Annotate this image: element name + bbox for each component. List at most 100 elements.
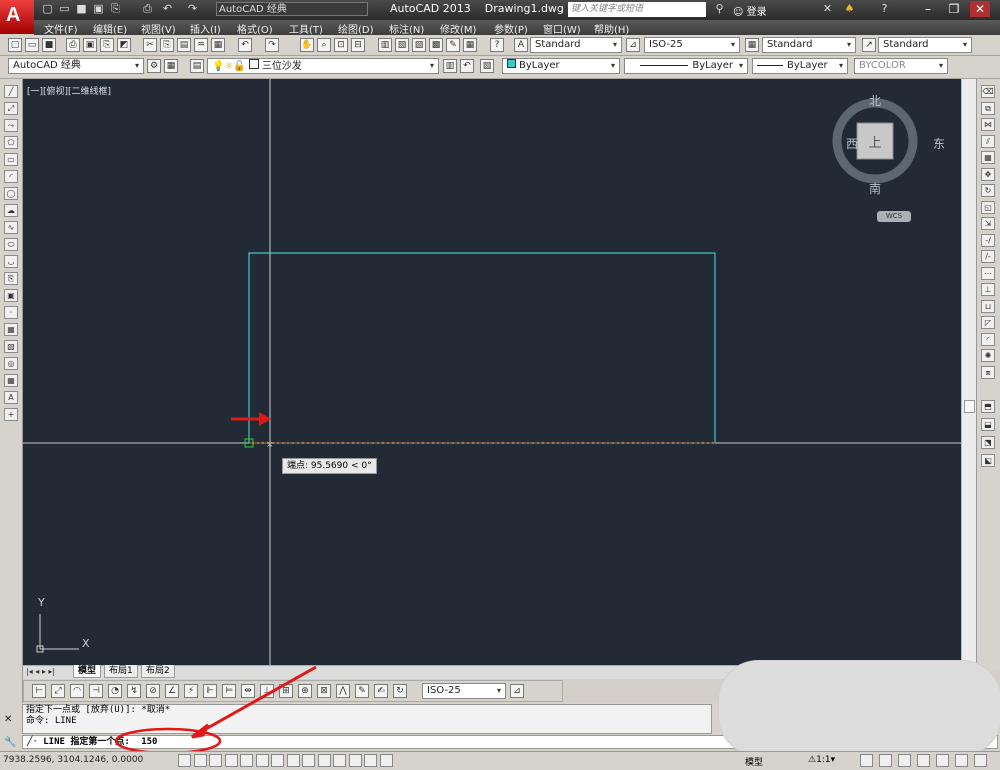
open-icon[interactable]: ▭ <box>57 2 72 16</box>
arc-icon[interactable]: ◜ <box>4 170 18 183</box>
dim-style-combo[interactable]: ISO-25 ▾ <box>422 683 506 699</box>
infer-constraints-icon[interactable] <box>178 754 191 767</box>
scrollbar-thumb[interactable] <box>964 400 975 413</box>
annotation-scale[interactable]: ⚠1:1▾ <box>808 755 835 765</box>
offset-icon[interactable]: ⫽ <box>981 134 995 148</box>
menu-tools[interactable]: 工具(T) <box>289 21 323 36</box>
stretch-icon[interactable]: ⇲ <box>981 217 995 230</box>
autodesk-icon[interactable]: ♠ <box>842 2 857 16</box>
cut-icon[interactable]: ✂ <box>143 38 157 52</box>
help-icon[interactable]: ? <box>877 2 892 16</box>
mirror-icon[interactable]: ⋈ <box>981 118 995 131</box>
clean-screen-icon[interactable] <box>974 754 987 767</box>
linetype-select[interactable]: ByLayer ▾ <box>624 58 748 74</box>
open-icon[interactable]: ▭ <box>25 38 39 52</box>
scale-icon[interactable]: ◱ <box>981 200 995 214</box>
layer-previous-icon[interactable]: ↶ <box>460 59 474 73</box>
properties-icon[interactable]: ▥ <box>378 38 392 52</box>
text-style-icon[interactable]: A <box>514 38 528 52</box>
menu-parametric[interactable]: 参数(P) <box>494 21 528 36</box>
menu-view[interactable]: 视图(V) <box>141 21 176 36</box>
allow-ucs-icon[interactable] <box>302 754 315 767</box>
erase-icon[interactable]: ⌫ <box>981 85 995 98</box>
block-editor-icon[interactable]: ▦ <box>211 38 225 52</box>
save-icon[interactable]: ■ <box>74 2 89 16</box>
sheet-set-icon[interactable]: ▩ <box>429 38 443 52</box>
draw-order-icon[interactable]: ⧈ <box>981 365 995 379</box>
vertical-scrollbar[interactable] <box>961 79 976 665</box>
publish-icon[interactable]: ⎘ <box>100 38 114 52</box>
viewcube-top-label[interactable]: 上 <box>867 132 883 151</box>
table-style-icon[interactable]: ▦ <box>745 38 759 52</box>
table-icon[interactable]: ▦ <box>4 374 18 387</box>
zoom-window-icon[interactable]: ⊡ <box>334 38 348 52</box>
dynamic-input-icon[interactable] <box>317 754 331 767</box>
menu-edit[interactable]: 编辑(E) <box>93 21 127 36</box>
quick-properties-icon[interactable] <box>364 754 377 767</box>
tool-palettes-icon[interactable]: ▨ <box>412 38 426 52</box>
text-style-select[interactable]: Standard ▾ <box>530 37 622 53</box>
move-icon[interactable]: ✥ <box>981 167 995 181</box>
viewcube-north-label[interactable]: 北 <box>869 92 881 109</box>
redo-icon[interactable]: ↷ <box>265 38 279 52</box>
menu-insert[interactable]: 插入(I) <box>190 21 221 36</box>
3d-print-icon[interactable]: ◩ <box>117 38 131 52</box>
selection-cycling-icon[interactable] <box>379 754 393 767</box>
layer-properties-icon[interactable]: ▤ <box>190 59 204 73</box>
zoom-previous-icon[interactable]: ⊟ <box>351 38 365 52</box>
bring-above-icon[interactable]: ⬔ <box>981 436 995 449</box>
new-icon[interactable]: ▢ <box>40 2 55 16</box>
menu-modify[interactable]: 修改(M) <box>440 21 476 36</box>
close-icon[interactable]: ✕ <box>970 1 990 17</box>
quickcalc-icon[interactable]: ▦ <box>463 38 477 52</box>
bring-to-front-icon[interactable]: ⬒ <box>981 400 995 413</box>
redo-icon[interactable]: ↷ <box>185 2 200 16</box>
make-current-layer-icon[interactable]: ▥ <box>443 59 457 73</box>
array-icon[interactable]: ▦ <box>981 151 995 164</box>
save-icon[interactable]: ■ <box>42 38 56 52</box>
chamfer-icon[interactable]: ◸ <box>981 316 995 329</box>
region-icon[interactable]: ◎ <box>4 357 18 370</box>
help-icon[interactable]: ? <box>490 38 504 52</box>
coordinate-readout[interactable]: 7938.2596, 3104.1246, 0.0000 <box>3 755 143 765</box>
object-snap-tracking-icon[interactable] <box>286 754 300 767</box>
break-at-point-icon[interactable]: ⋯ <box>981 266 995 280</box>
send-to-back-icon[interactable]: ⬓ <box>981 418 995 431</box>
lineweight-select[interactable]: ByLayer ▾ <box>752 58 848 74</box>
insert-block-icon[interactable]: ⎘ <box>4 272 18 285</box>
copy-icon[interactable]: ⎘ <box>160 38 174 52</box>
menu-help[interactable]: 帮助(H) <box>594 21 629 36</box>
layer-select[interactable]: 💡☼🔓 三位沙发 ▾ <box>207 58 439 74</box>
app-menu-button[interactable]: A <box>0 0 34 34</box>
polygon-icon[interactable]: ⬠ <box>4 136 18 149</box>
viewcube-east-label[interactable]: 东 <box>933 135 945 152</box>
workspace-combo[interactable]: AutoCAD 经典 ▾ <box>8 58 144 74</box>
ortho-mode-icon[interactable] <box>224 754 238 767</box>
gear-icon[interactable]: ⚙ <box>147 59 161 73</box>
design-center-icon[interactable]: ▧ <box>395 38 409 52</box>
undo-icon[interactable]: ↶ <box>160 2 175 16</box>
dim-update-icon[interactable]: ↻ <box>393 684 407 698</box>
hatch-icon[interactable]: ▦ <box>4 323 18 336</box>
grid-display-icon[interactable] <box>209 754 222 767</box>
explode-icon[interactable]: ✺ <box>981 349 995 362</box>
break-icon[interactable]: ⊥ <box>981 283 995 296</box>
layer-states-icon[interactable]: ▧ <box>480 59 494 73</box>
multiline-text-icon[interactable]: A <box>4 391 18 404</box>
undo-icon[interactable]: ↶ <box>238 38 252 52</box>
rotate-icon[interactable]: ↻ <box>981 184 995 197</box>
plot-icon[interactable]: ⎙ <box>66 38 80 52</box>
lineweight-icon[interactable] <box>333 754 346 767</box>
save-as-icon[interactable]: ▣ <box>91 2 106 16</box>
make-block-icon[interactable]: ▣ <box>4 289 18 302</box>
lock-ui-icon[interactable] <box>917 754 930 767</box>
menu-format[interactable]: 格式(O) <box>237 21 273 36</box>
paste-icon[interactable]: ▤ <box>177 38 191 52</box>
point-icon[interactable]: · <box>4 306 18 319</box>
send-under-icon[interactable]: ⬕ <box>981 454 995 467</box>
model-space-button[interactable]: 模型 <box>745 755 763 768</box>
menu-draw[interactable]: 绘图(D) <box>338 21 374 36</box>
plotstyle-select[interactable]: BYCOLOR ▾ <box>854 58 948 74</box>
plot-icon[interactable]: ⎙ <box>140 2 155 16</box>
fillet-icon[interactable]: ◜ <box>981 332 995 346</box>
